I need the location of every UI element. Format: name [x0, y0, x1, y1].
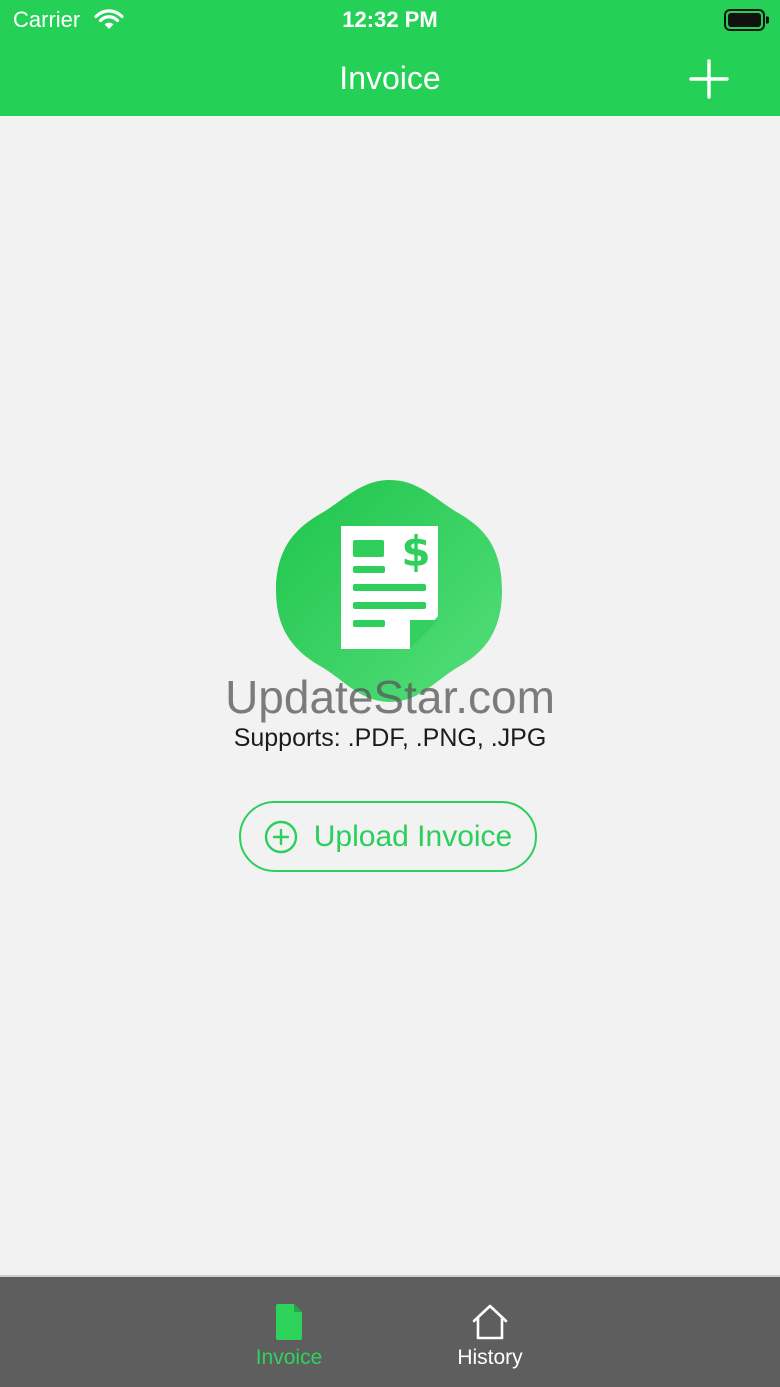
tab-history[interactable]: History [410, 1277, 570, 1387]
supported-formats-text: Supports: .PDF, .PNG, .JPG [233, 724, 547, 752]
tab-invoice-label: Invoice [255, 1346, 323, 1369]
svg-text:$: $ [401, 527, 430, 576]
status-time: 12:32 PM [342, 7, 438, 32]
page-title: Invoice [339, 60, 441, 96]
tab-history-label: History [457, 1346, 523, 1369]
tab-bar: Invoice History [0, 1275, 780, 1387]
battery-icon [724, 9, 769, 31]
status-bar: Carrier 12:32 PM [0, 0, 780, 40]
document-icon [276, 1304, 302, 1340]
plus-circle-icon [264, 820, 297, 853]
home-icon [472, 1304, 508, 1340]
watermark-text: UpdateStar.com [225, 671, 555, 723]
upload-invoice-button[interactable]: Upload Invoice [239, 801, 537, 872]
top-bar: Carrier 12:32 PM Invoice [0, 0, 780, 116]
upload-invoice-label: Upload Invoice [313, 819, 513, 853]
plus-icon[interactable] [688, 58, 730, 100]
tab-invoice[interactable]: Invoice [209, 1277, 369, 1387]
